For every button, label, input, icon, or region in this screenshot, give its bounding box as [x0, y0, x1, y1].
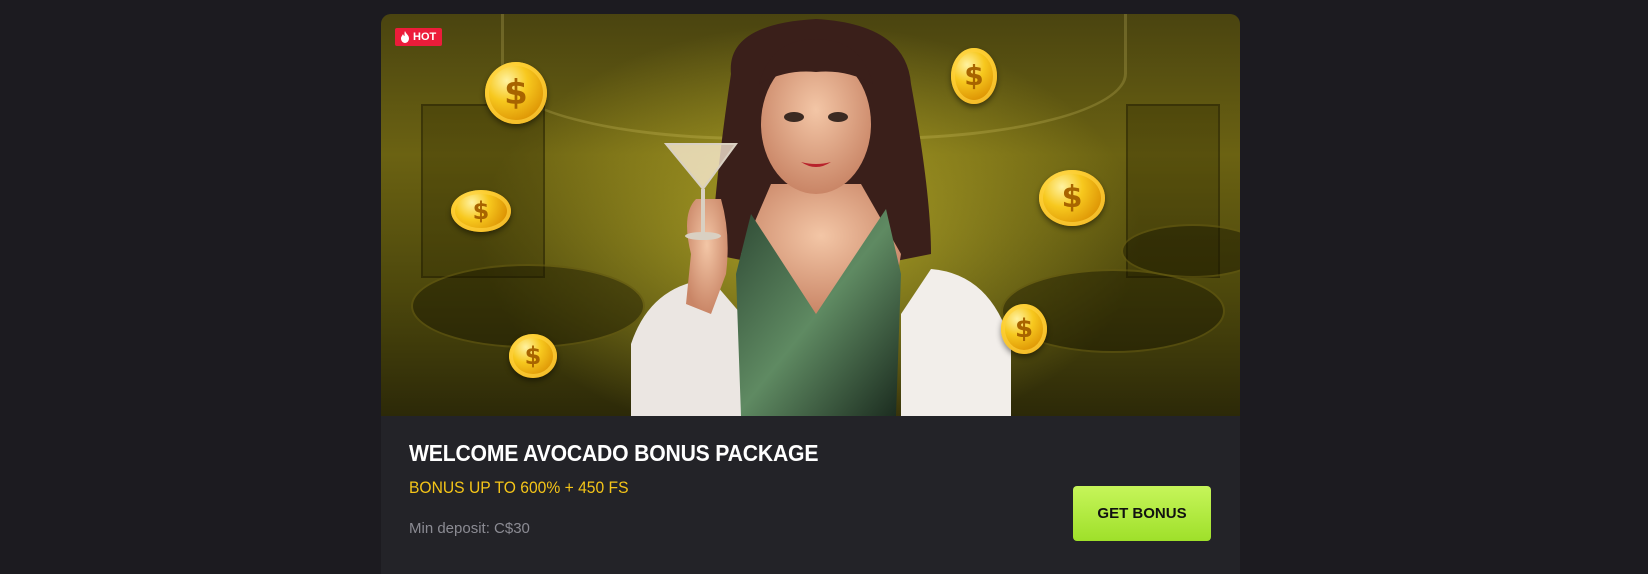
promo-details: WELCOME AVOCADO BONUS PACKAGE BONUS UP T… — [381, 416, 1240, 574]
dollar-coin-icon: $ — [509, 334, 557, 378]
dollar-coin-icon: $ — [951, 48, 997, 104]
promo-subtitle: BONUS UP TO 600% + 450 FS — [409, 478, 629, 497]
get-bonus-button[interactable]: GET BONUS — [1073, 486, 1211, 541]
badge-label: HOT — [413, 31, 437, 43]
min-deposit-text: Min deposit: C$30 — [409, 520, 530, 537]
flame-icon — [401, 31, 409, 43]
hot-badge: HOT — [395, 28, 443, 46]
dollar-coin-icon: $ — [1039, 170, 1105, 226]
dollar-coin-icon: $ — [451, 190, 511, 232]
promo-title: WELCOME AVOCADO BONUS PACKAGE — [409, 440, 819, 466]
promo-hero-image: $ $ $ $ $ $ HOT — [381, 14, 1240, 416]
dollar-coin-icon: $ — [1001, 304, 1047, 354]
dollar-coin-icon: $ — [485, 62, 547, 124]
promo-card: $ $ $ $ $ $ HOT WELCOME AVOCADO BONUS PA… — [381, 14, 1240, 574]
